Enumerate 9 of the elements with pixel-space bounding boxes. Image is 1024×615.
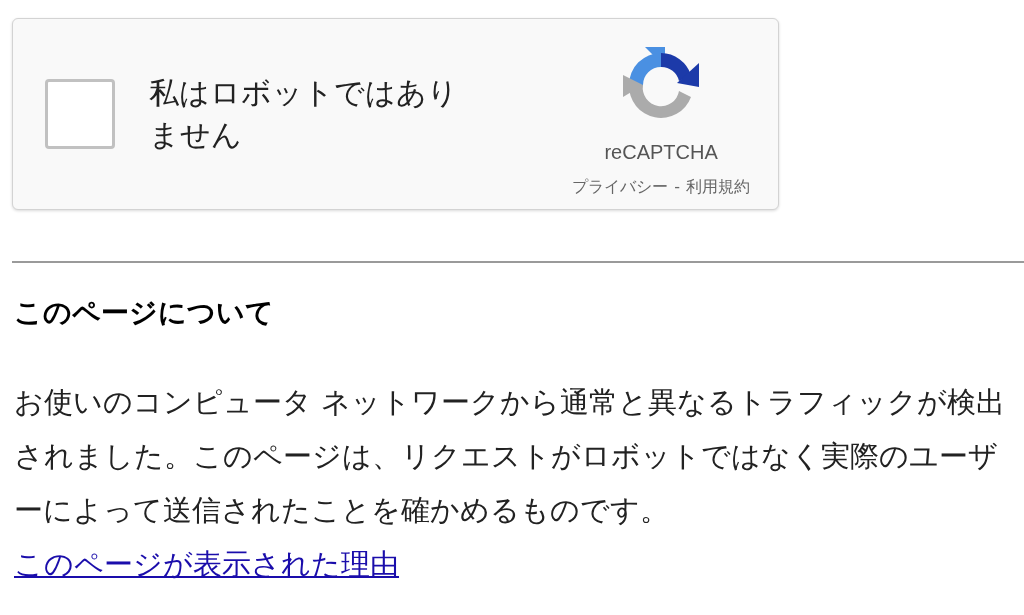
checkbox-label: 私はロボットではありません [149,74,459,154]
separator: - [674,176,680,198]
section-heading: このページについて [14,295,275,331]
about-paragraph: お使いのコンピュータ ネットワークから通常と異なるトラフィックが検出されました。このページは、リクエストがロボットではなく実際のユーザーによって送信されたことを確かめるものです。 このページが表示された理由 [14,384,1007,583]
reason-link[interactable]: このページが表示された理由 [14,547,399,581]
brand-label: reCAPTCHA [604,140,718,165]
privacy-link[interactable]: プライバシー [572,175,669,199]
checkbox[interactable] [45,79,115,149]
terms-link[interactable]: 利用規約 [686,175,750,199]
